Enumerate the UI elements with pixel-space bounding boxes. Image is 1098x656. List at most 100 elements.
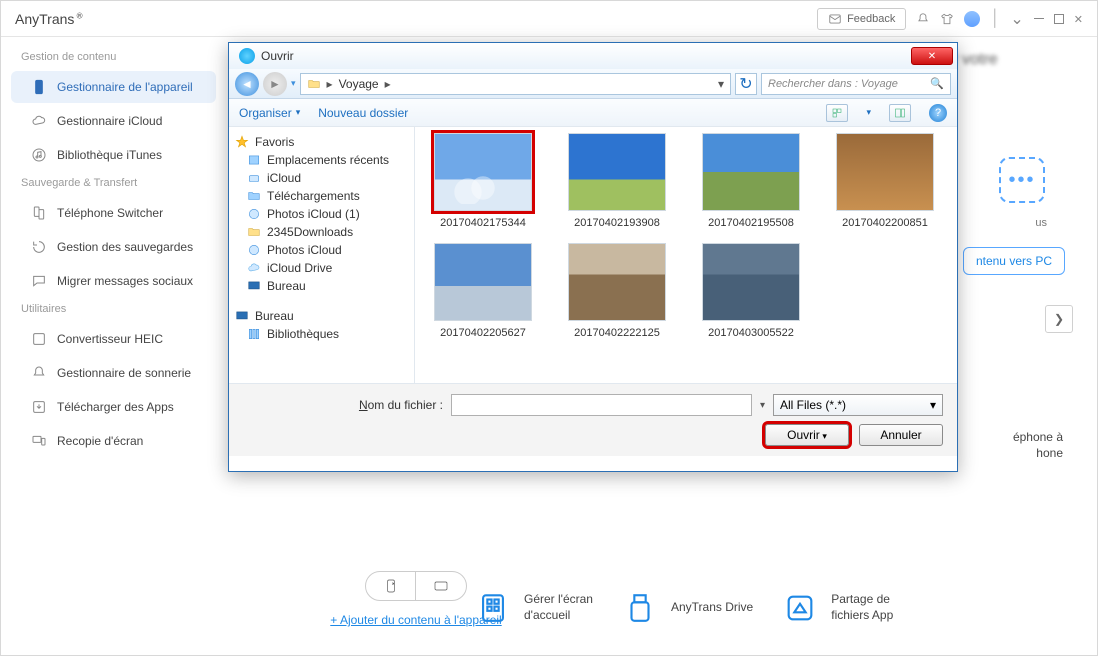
sb-label: Téléphone Switcher <box>57 206 163 220</box>
dialog-titlebar[interactable]: Ouvrir ✕ <box>229 43 957 69</box>
photos-icon <box>247 207 261 221</box>
sb-label: Gestion des sauvegardes <box>57 240 193 254</box>
sidebar-item-download-apps[interactable]: Télécharger des Apps <box>11 391 216 423</box>
nav-forward-button[interactable]: ► <box>263 72 287 96</box>
sidebar-item-heic[interactable]: Convertisseur HEIC <box>11 323 216 355</box>
feedback-button[interactable]: Feedback <box>817 8 906 30</box>
card-file-share[interactable]: Partage defichiers App <box>783 591 893 625</box>
breadcrumb-segment[interactable]: Voyage <box>339 77 379 91</box>
file-thumb[interactable]: 20170402222125 <box>563 243 671 339</box>
backup-icon <box>31 239 47 255</box>
avatar[interactable] <box>964 11 980 27</box>
tree-libraries[interactable]: Bibliothèques <box>229 325 414 343</box>
cloud-icon <box>31 113 47 129</box>
chat-icon <box>31 273 47 289</box>
star-icon <box>235 135 249 149</box>
tree-bureau-root[interactable]: Bureau <box>229 307 414 325</box>
folder-tree[interactable]: Favoris Emplacements récents iCloud Télé… <box>229 127 415 383</box>
next-page-button[interactable]: ❯ <box>1045 305 1073 333</box>
add-segmented-button[interactable] <box>365 571 467 601</box>
file-thumb[interactable]: 20170402205627 <box>429 243 537 339</box>
cancel-button[interactable]: Annuler <box>859 424 943 446</box>
file-thumb[interactable]: 20170402193908 <box>563 133 671 229</box>
feature-cards: Gérer l'écrand'accueil AnyTrans Drive Pa… <box>476 591 1067 625</box>
mail-icon <box>828 12 842 26</box>
phone-icon <box>31 79 47 95</box>
add-media-tile[interactable]: ••• <box>999 157 1045 203</box>
file-thumb[interactable]: 20170403005522 <box>697 243 805 339</box>
filename-dropdown[interactable]: ▾ <box>760 400 765 411</box>
sb-label: Gestionnaire de l'appareil <box>57 80 193 94</box>
new-folder-button[interactable]: Nouveau dossier <box>318 106 408 120</box>
search-placeholder: Rechercher dans : Voyage <box>768 78 898 90</box>
help-button[interactable]: ? <box>929 104 947 122</box>
dialog-app-icon <box>239 48 255 64</box>
sidebar-item-device-manager[interactable]: Gestionnaire de l'appareil <box>11 71 216 103</box>
view-mode-button[interactable] <box>826 104 848 122</box>
sb-label: Recopie d'écran <box>57 434 143 448</box>
add-file-button[interactable] <box>366 572 416 600</box>
tree-recent[interactable]: Emplacements récents <box>229 151 414 169</box>
photos-icon <box>247 243 261 257</box>
breadcrumb-dropdown[interactable]: ▾ <box>718 77 724 91</box>
file-thumb[interactable]: 20170402200851 <box>831 133 939 229</box>
sidebar-item-icloud[interactable]: Gestionnaire iCloud <box>11 105 216 137</box>
breadcrumb[interactable]: Voyage ▾ <box>300 73 731 95</box>
sb-label: Télécharger des Apps <box>57 400 174 414</box>
sidebar-item-mirror[interactable]: Recopie d'écran <box>11 425 216 457</box>
filename-label: Nom du fichier : <box>243 398 443 412</box>
content-to-pc-button[interactable]: ntenu vers PC <box>963 247 1065 275</box>
sb-section-util: Utilitaires <box>1 299 226 321</box>
add-folder-button[interactable] <box>416 572 466 600</box>
partial-text-us: us <box>1035 217 1047 229</box>
sb-section-content: Gestion de contenu <box>1 47 226 69</box>
file-thumb[interactable]: 20170402175344 <box>429 133 537 229</box>
tree-favorites[interactable]: Favoris <box>229 133 414 151</box>
app-title: AnyTrans ® <box>15 11 83 27</box>
file-grid[interactable]: 20170402175344 20170402193908 2017040219… <box>415 127 957 383</box>
sb-label: Convertisseur HEIC <box>57 332 163 346</box>
sb-label: Gestionnaire de sonnerie <box>57 366 191 380</box>
sidebar-item-backup[interactable]: Gestion des sauvegardes <box>11 231 216 263</box>
organize-menu[interactable]: Organiser <box>239 106 300 120</box>
tree-bureau[interactable]: Bureau <box>229 277 414 295</box>
card-home-screen[interactable]: Gérer l'écrand'accueil <box>476 591 593 625</box>
switch-icon <box>31 205 47 221</box>
view-mode-dropdown[interactable]: ▾ <box>866 107 871 118</box>
refresh-button[interactable]: ↻ <box>735 73 757 95</box>
partial-text-phone: éphone àhone <box>1013 429 1063 461</box>
tree-2345downloads[interactable]: 2345Downloads <box>229 223 414 241</box>
nav-history-dropdown[interactable]: ▾ <box>291 78 296 89</box>
folder-icon <box>247 225 261 239</box>
filetype-combo[interactable]: All Files (*.*) <box>773 394 943 416</box>
dialog-close-button[interactable]: ✕ <box>911 47 953 65</box>
tree-icloud[interactable]: iCloud <box>229 169 414 187</box>
caret-down-icon[interactable]: ⌄ <box>1010 9 1023 29</box>
open-button[interactable]: Ouvrir <box>765 424 849 446</box>
nav-back-button[interactable]: ◄ <box>235 72 259 96</box>
tree-photos-icloud-1[interactable]: Photos iCloud (1) <box>229 205 414 223</box>
tree-photos-icloud[interactable]: Photos iCloud <box>229 241 414 259</box>
mirror-icon <box>31 433 47 449</box>
card-anytrans-drive[interactable]: AnyTrans Drive <box>623 591 753 625</box>
dialog-navbar: ◄ ► ▾ Voyage ▾ ↻ Rechercher dans : Voyag… <box>229 69 957 99</box>
search-input[interactable]: Rechercher dans : Voyage 🔍 <box>761 73 951 95</box>
window-close[interactable] <box>1074 10 1083 28</box>
download-icon <box>31 399 47 415</box>
tshirt-icon[interactable] <box>940 12 954 26</box>
sidebar-item-ringtone[interactable]: Gestionnaire de sonnerie <box>11 357 216 389</box>
drive-icon <box>247 171 261 185</box>
file-thumb[interactable]: 20170402195508 <box>697 133 805 229</box>
sidebar-item-switcher[interactable]: Téléphone Switcher <box>11 197 216 229</box>
tree-downloads[interactable]: Téléchargements <box>229 187 414 205</box>
tree-icloud-drive[interactable]: iCloud Drive <box>229 259 414 277</box>
heic-icon <box>31 331 47 347</box>
bell-icon[interactable] <box>916 12 930 26</box>
window-minimize[interactable] <box>1034 18 1044 19</box>
window-maximize[interactable] <box>1054 14 1064 24</box>
sidebar-item-itunes[interactable]: Bibliothèque iTunes <box>11 139 216 171</box>
music-icon <box>31 147 47 163</box>
sidebar-item-social[interactable]: Migrer messages sociaux <box>11 265 216 297</box>
preview-pane-button[interactable] <box>889 104 911 122</box>
filename-input[interactable] <box>451 394 752 416</box>
